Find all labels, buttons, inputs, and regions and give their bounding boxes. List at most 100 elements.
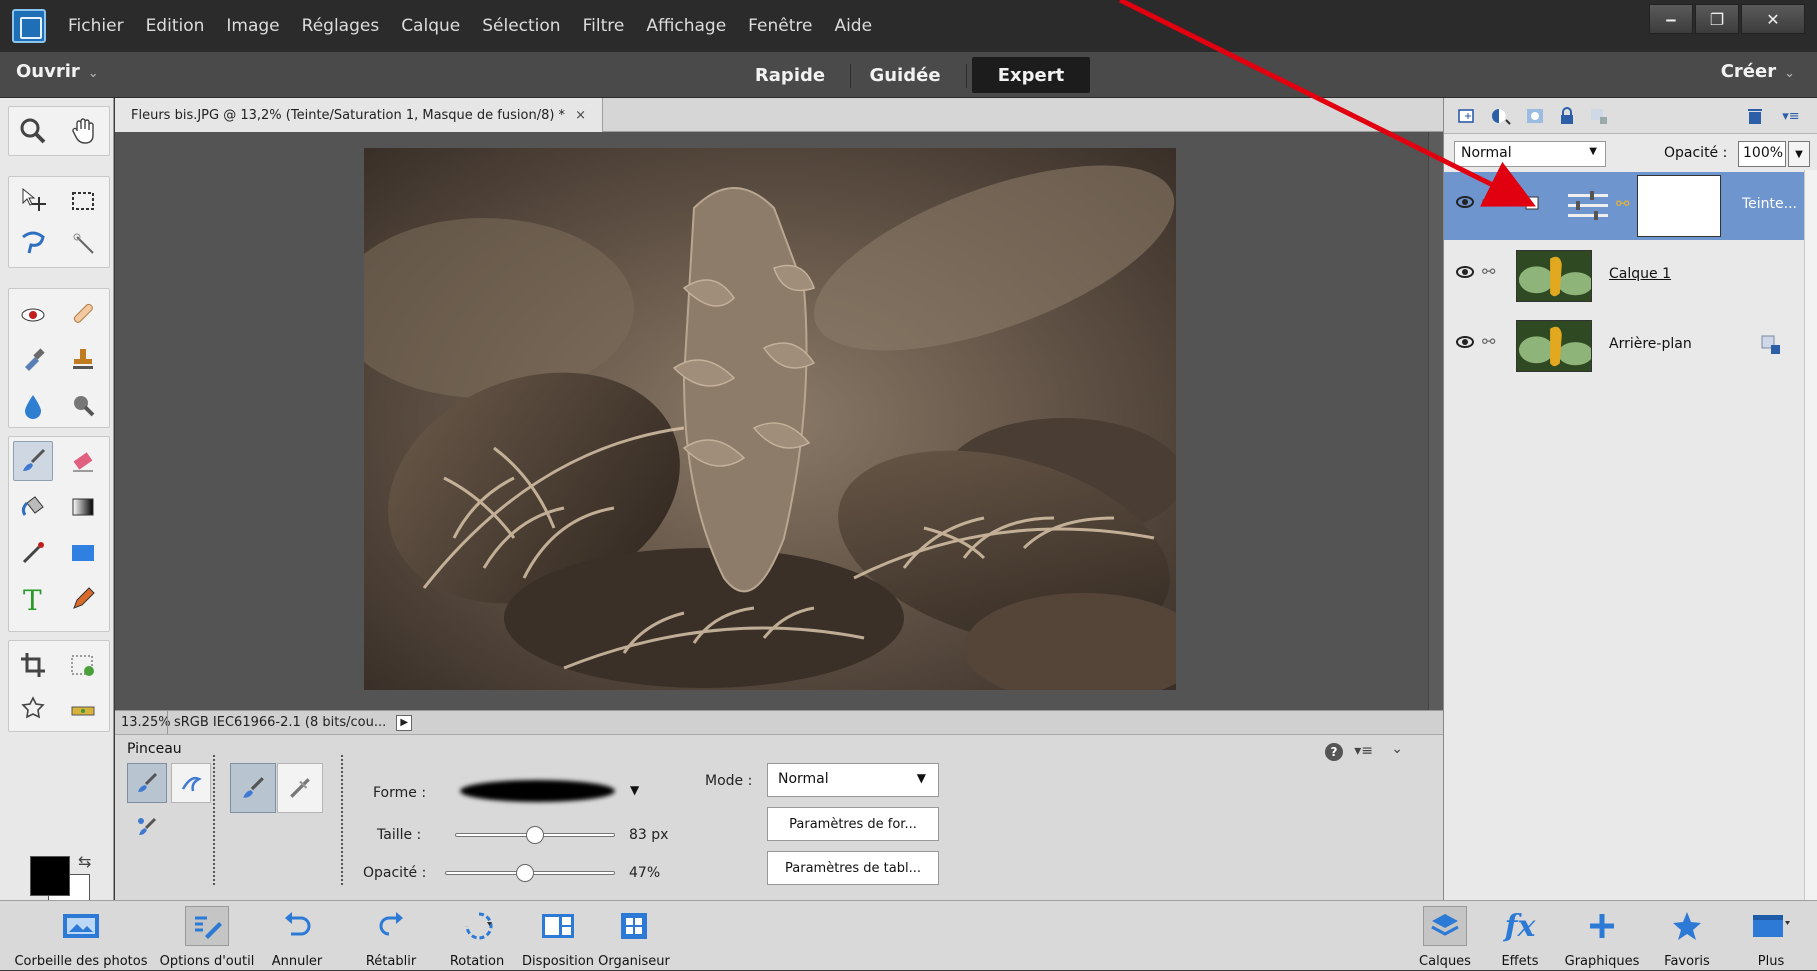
visibility-eye-icon[interactable] [1456, 336, 1474, 348]
type-tool-icon[interactable]: T [13, 579, 53, 619]
help-icon[interactable]: ? [1325, 743, 1343, 761]
blend-mode-select[interactable]: Normal ▼ [1454, 141, 1606, 167]
rotate-button[interactable]: Rotation [440, 901, 514, 971]
tab-guidee[interactable]: Guidée [855, 57, 955, 93]
link-icon[interactable]: ⚯ [1482, 192, 1495, 211]
swap-colors-icon[interactable]: ⇆ [78, 852, 91, 871]
eyedropper-tool-icon[interactable] [13, 533, 53, 573]
layers-scrollbar[interactable] [1804, 170, 1817, 900]
menu-calque[interactable]: Calque [401, 16, 460, 36]
delete-layer-icon[interactable] [1744, 105, 1766, 127]
menu-filtre[interactable]: Filtre [583, 16, 625, 36]
clone-stamp-tool-icon[interactable] [63, 339, 103, 379]
move-tool-icon[interactable] [13, 181, 53, 221]
create-button[interactable]: Créer ⌄ [1721, 61, 1795, 82]
brush-shape-dropdown-icon[interactable]: ▼ [630, 783, 639, 797]
tool-options-button[interactable]: Options d'outil [158, 901, 256, 971]
effects-button[interactable]: fx Effets [1490, 901, 1550, 971]
tab-expert[interactable]: Expert [972, 57, 1090, 93]
menu-fichier[interactable]: Fichier [68, 16, 124, 36]
document-image[interactable] [364, 148, 1176, 690]
more-button[interactable]: Plus [1736, 901, 1806, 971]
brush-tool-icon[interactable] [13, 441, 53, 481]
color-replacement-icon[interactable] [127, 807, 167, 847]
brush-shape-preview[interactable] [460, 780, 615, 802]
app-logo-icon[interactable] [12, 9, 46, 43]
menu-edition[interactable]: Edition [146, 16, 205, 36]
layers-button[interactable]: Calques [1410, 901, 1480, 971]
gradient-tool-icon[interactable] [63, 487, 103, 527]
status-menu-arrow-icon[interactable]: ▶ [396, 714, 413, 731]
menu-image[interactable]: Image [226, 16, 279, 36]
layer-mask-thumbnail[interactable] [1637, 175, 1721, 237]
close-document-icon[interactable]: × [575, 108, 586, 123]
link-icon[interactable]: ⚯ [1482, 262, 1495, 281]
redo-button[interactable]: Rétablir [356, 901, 426, 971]
zoom-level[interactable]: 13.25% [115, 715, 171, 730]
smart-brush-tool-icon[interactable] [13, 339, 53, 379]
lasso-tool-icon[interactable] [13, 223, 53, 263]
lock-all-icon[interactable] [1556, 105, 1578, 127]
opacity-slider-knob[interactable] [515, 864, 534, 882]
menu-affichage[interactable]: Affichage [646, 16, 726, 36]
menu-reglages[interactable]: Réglages [302, 16, 380, 36]
sponge-tool-icon[interactable] [63, 385, 103, 425]
visibility-eye-icon[interactable] [1456, 196, 1474, 208]
document-tab[interactable]: Fleurs bis.JPG @ 13,2% (Teinte/Saturatio… [115, 98, 603, 132]
favorites-button[interactable]: Favoris [1652, 901, 1722, 971]
red-eye-tool-icon[interactable] [13, 293, 53, 333]
impressionist-brush-icon[interactable] [171, 763, 211, 803]
brush-mode-icon[interactable] [127, 763, 167, 803]
layout-button[interactable]: Disposition [514, 901, 602, 971]
canvas-vertical-scrollbar[interactable] [1428, 132, 1443, 710]
layer-row-arriere-plan[interactable]: ⚯ Arrière-plan [1444, 312, 1804, 380]
pencil-tool-icon[interactable] [63, 579, 103, 619]
eraser-tool-icon[interactable] [63, 441, 103, 481]
photo-bin-button[interactable]: Corbeille des photos [6, 901, 156, 971]
paint-bucket-tool-icon[interactable] [13, 487, 53, 527]
tab-rapide[interactable]: Rapide [740, 57, 840, 93]
menu-fenetre[interactable]: Fenêtre [748, 16, 812, 36]
menu-aide[interactable]: Aide [834, 16, 872, 36]
cookie-cutter-tool-icon[interactable] [13, 689, 53, 729]
zoom-tool-icon[interactable] [13, 111, 53, 151]
restore-button[interactable]: ❐ [1695, 4, 1739, 34]
opacity-dropdown-icon[interactable]: ▼ [1788, 141, 1810, 167]
adjustment-layer-icon[interactable] [1490, 105, 1512, 127]
hand-tool-icon[interactable] [63, 111, 103, 151]
undo-button[interactable]: Annuler [262, 901, 332, 971]
layer-row-calque-1[interactable]: ⚯ Calque 1 [1444, 242, 1804, 310]
tablet-settings-button[interactable]: Paramètres de tabl... [767, 851, 939, 885]
mask-link-icon[interactable]: ⚯ [1616, 194, 1629, 213]
minimize-button[interactable]: ‒ [1649, 4, 1693, 34]
link-icon[interactable]: ⚯ [1482, 332, 1495, 351]
blur-tool-icon[interactable] [13, 385, 53, 425]
visibility-eye-icon[interactable] [1456, 266, 1474, 278]
organizer-button[interactable]: Organiseur [594, 901, 674, 971]
options-menu-icon[interactable]: ▾≡ [1354, 743, 1373, 759]
layer-opacity-input[interactable]: 100% [1738, 141, 1786, 167]
layer-name[interactable]: Calque 1 [1609, 266, 1671, 282]
foreground-color-swatch[interactable] [30, 856, 70, 896]
shape-tool-icon[interactable] [63, 533, 103, 573]
normal-brush-icon[interactable] [230, 763, 276, 813]
marquee-tool-icon[interactable] [63, 181, 103, 221]
collapse-options-icon[interactable]: ⌄ [1391, 741, 1403, 757]
airbrush-icon[interactable] [277, 763, 323, 813]
recompose-tool-icon[interactable] [63, 645, 103, 685]
graphics-button[interactable]: Graphiques [1556, 901, 1648, 971]
magic-wand-tool-icon[interactable] [63, 223, 103, 263]
size-slider-knob[interactable] [526, 826, 544, 844]
crop-tool-icon[interactable] [13, 645, 53, 685]
layer-name[interactable]: Teinte... [1742, 196, 1797, 212]
brush-settings-button[interactable]: Paramètres de for... [767, 807, 939, 841]
new-layer-icon[interactable] [1456, 105, 1478, 127]
healing-brush-tool-icon[interactable] [63, 293, 103, 333]
close-window-button[interactable]: ✕ [1741, 4, 1805, 34]
open-button[interactable]: Ouvrir ⌄ [16, 61, 99, 82]
mode-select[interactable]: Normal ▼ [767, 763, 939, 797]
panel-menu-icon[interactable]: ▾≡ [1780, 105, 1802, 127]
layer-row-adjustment[interactable]: ⚯ ⚯ Teinte... [1444, 172, 1804, 240]
canvas-area[interactable] [115, 132, 1428, 710]
layer-mask-icon[interactable] [1524, 105, 1546, 127]
